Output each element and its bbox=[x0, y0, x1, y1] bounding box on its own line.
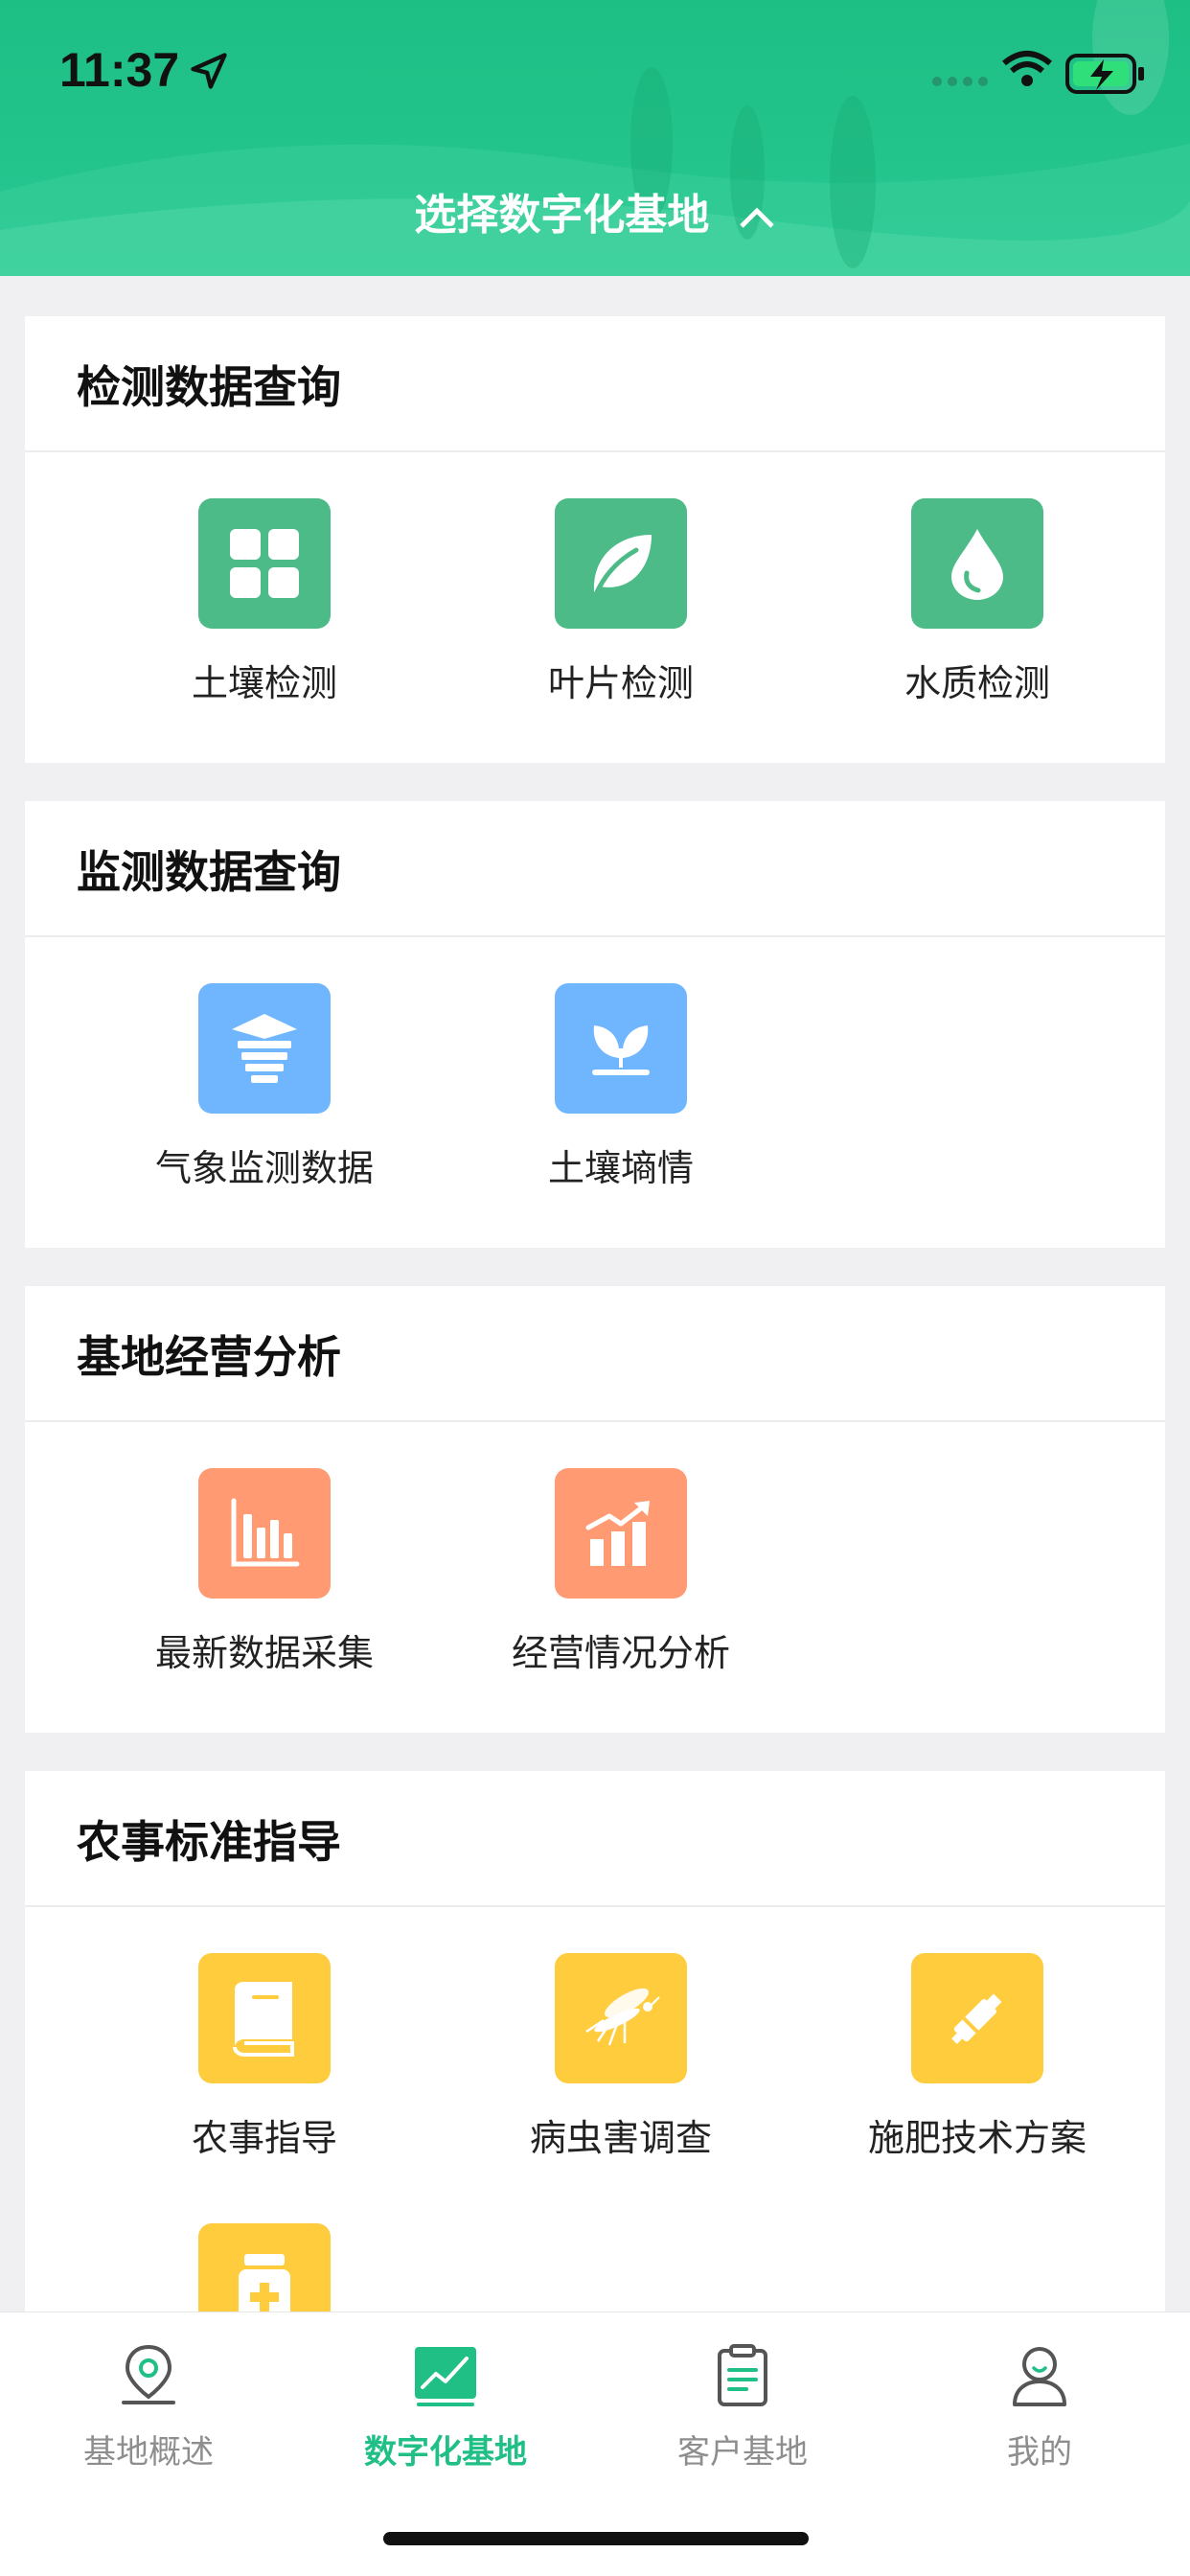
divider bbox=[25, 1905, 1165, 1907]
section-business-analysis: 基地经营分析 最新数据采集 经营情况分析 bbox=[25, 1286, 1165, 1733]
battery-charging-icon bbox=[1065, 54, 1144, 94]
clipboard-icon bbox=[594, 2339, 891, 2412]
tile-latest-data-collection[interactable]: 最新数据采集 bbox=[86, 1468, 443, 1676]
trend-chart-icon bbox=[555, 1468, 687, 1598]
tile-label: 气象监测数据 bbox=[154, 1147, 374, 1189]
sprout-icon bbox=[555, 983, 687, 1114]
tab-label: 基地概述 bbox=[83, 2433, 214, 2472]
tab-digital-base[interactable]: 数字化基地 bbox=[297, 2339, 594, 2472]
tile-label: 叶片检测 bbox=[547, 662, 694, 704]
tile-farming-guidance[interactable]: 农事指导 bbox=[86, 1953, 443, 2161]
app-header: 11:37 选择数字化基地 bbox=[0, 0, 1190, 276]
tile-fertilization-plan[interactable]: 施肥技术方案 bbox=[799, 1953, 1156, 2161]
tab-label: 我的 bbox=[1007, 2433, 1072, 2472]
tile-weather-monitoring[interactable]: 气象监测数据 bbox=[86, 983, 443, 1191]
base-selector[interactable]: 选择数字化基地 bbox=[0, 180, 1190, 242]
tile-label: 经营情况分析 bbox=[511, 1632, 730, 1674]
tile-label: 土壤检测 bbox=[191, 662, 337, 704]
tile-soil-moisture[interactable]: 土壤墒情 bbox=[443, 983, 799, 1191]
tab-label: 客户基地 bbox=[677, 2433, 808, 2472]
grid-icon bbox=[198, 498, 331, 629]
mosquito-icon bbox=[555, 1953, 687, 2083]
page-title: 选择数字化基地 bbox=[414, 191, 710, 240]
wifi-icon bbox=[1002, 51, 1052, 86]
status-time: 11:37 bbox=[59, 43, 180, 97]
location-arrow-icon bbox=[191, 53, 227, 89]
tile-label: 施肥技术方案 bbox=[867, 2117, 1087, 2159]
tile-label: 水质检测 bbox=[904, 662, 1050, 704]
divider bbox=[25, 450, 1165, 452]
syringe-icon bbox=[911, 1953, 1043, 2083]
tile-water-detection[interactable]: 水质检测 bbox=[799, 498, 1156, 706]
tab-base-overview[interactable]: 基地概述 bbox=[0, 2339, 297, 2472]
section-title: 基地经营分析 bbox=[77, 1331, 341, 1383]
line-chart-icon bbox=[297, 2339, 594, 2412]
tile-business-analysis[interactable]: 经营情况分析 bbox=[443, 1468, 799, 1676]
location-pin-icon bbox=[0, 2339, 297, 2412]
tile-label: 最新数据采集 bbox=[154, 1632, 374, 1674]
bar-chart-icon bbox=[198, 1468, 331, 1598]
weather-station-icon bbox=[198, 983, 331, 1114]
user-icon bbox=[891, 2339, 1188, 2412]
home-indicator[interactable] bbox=[383, 2532, 809, 2545]
divider bbox=[25, 1420, 1165, 1422]
chevron-up-icon bbox=[739, 207, 774, 228]
tile-label: 农事指导 bbox=[191, 2117, 337, 2159]
leaf-icon bbox=[555, 498, 687, 629]
section-title: 农事标准指导 bbox=[77, 1816, 341, 1868]
tab-profile[interactable]: 我的 bbox=[891, 2339, 1188, 2472]
tab-label: 数字化基地 bbox=[364, 2433, 527, 2472]
tile-label: 病虫害调查 bbox=[529, 2117, 712, 2159]
tile-label: 土壤墒情 bbox=[547, 1147, 694, 1189]
section-title: 监测数据查询 bbox=[77, 846, 341, 898]
signal-dots-icon bbox=[932, 77, 988, 86]
tab-customer-base[interactable]: 客户基地 bbox=[594, 2339, 891, 2472]
book-icon bbox=[198, 1953, 331, 2083]
section-title: 检测数据查询 bbox=[77, 361, 341, 413]
divider bbox=[25, 935, 1165, 937]
tile-pest-survey[interactable]: 病虫害调查 bbox=[443, 1953, 799, 2161]
tile-leaf-detection[interactable]: 叶片检测 bbox=[443, 498, 799, 706]
section-monitoring-query: 监测数据查询 气象监测数据 土壤墒情 bbox=[25, 801, 1165, 1248]
section-detection-query: 检测数据查询 土壤检测 叶片检测 水质检测 bbox=[25, 316, 1165, 763]
water-drop-icon bbox=[911, 498, 1043, 629]
tile-soil-detection[interactable]: 土壤检测 bbox=[86, 498, 443, 706]
section-farming-guidance: 农事标准指导 农事指导 病虫害调查 施肥技术方案 bbox=[25, 1771, 1165, 2365]
